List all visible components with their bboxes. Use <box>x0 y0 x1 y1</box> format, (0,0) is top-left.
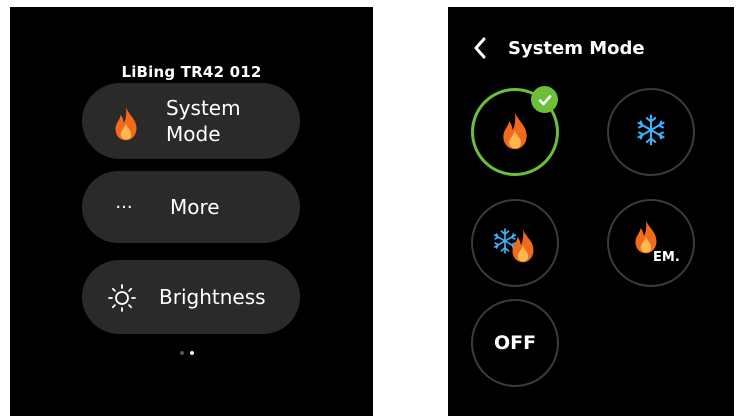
off-label: OFF <box>493 332 537 354</box>
snowflake-icon <box>634 113 668 151</box>
more-button[interactable]: ··· More <box>82 171 300 243</box>
more-label: More <box>170 195 220 219</box>
system-mode-button[interactable]: System Mode <box>82 83 300 159</box>
header: System Mode <box>468 35 645 61</box>
device-name: LiBing TR42 012 <box>121 63 262 81</box>
page-dot <box>180 351 184 355</box>
watch-screen-menu: LiBing TR42 012 System Mode ··· More Bri… <box>10 7 373 416</box>
cool-mode-button[interactable] <box>607 88 695 176</box>
flame-icon <box>498 110 532 154</box>
em-heat-mode-button[interactable]: EM. <box>607 199 695 287</box>
ellipsis-icon: ··· <box>115 196 133 218</box>
chevron-left-icon[interactable] <box>468 35 492 61</box>
brightness-button[interactable]: Brightness <box>82 260 300 334</box>
sun-icon <box>102 278 142 318</box>
em-label: EM. <box>653 250 680 265</box>
system-mode-label: System Mode <box>166 96 241 146</box>
snowflake-flame-icon <box>491 221 539 265</box>
page-indicator <box>180 351 194 355</box>
off-mode-button[interactable]: OFF <box>471 299 559 387</box>
flame-icon <box>106 103 146 143</box>
brightness-label: Brightness <box>159 285 266 309</box>
auto-mode-button[interactable] <box>471 199 559 287</box>
page-dot-active <box>190 351 194 355</box>
checkmark-icon <box>531 86 558 113</box>
watch-screen-system-mode: System Mode EM. OFF <box>448 7 734 416</box>
page-title: System Mode <box>508 37 645 59</box>
